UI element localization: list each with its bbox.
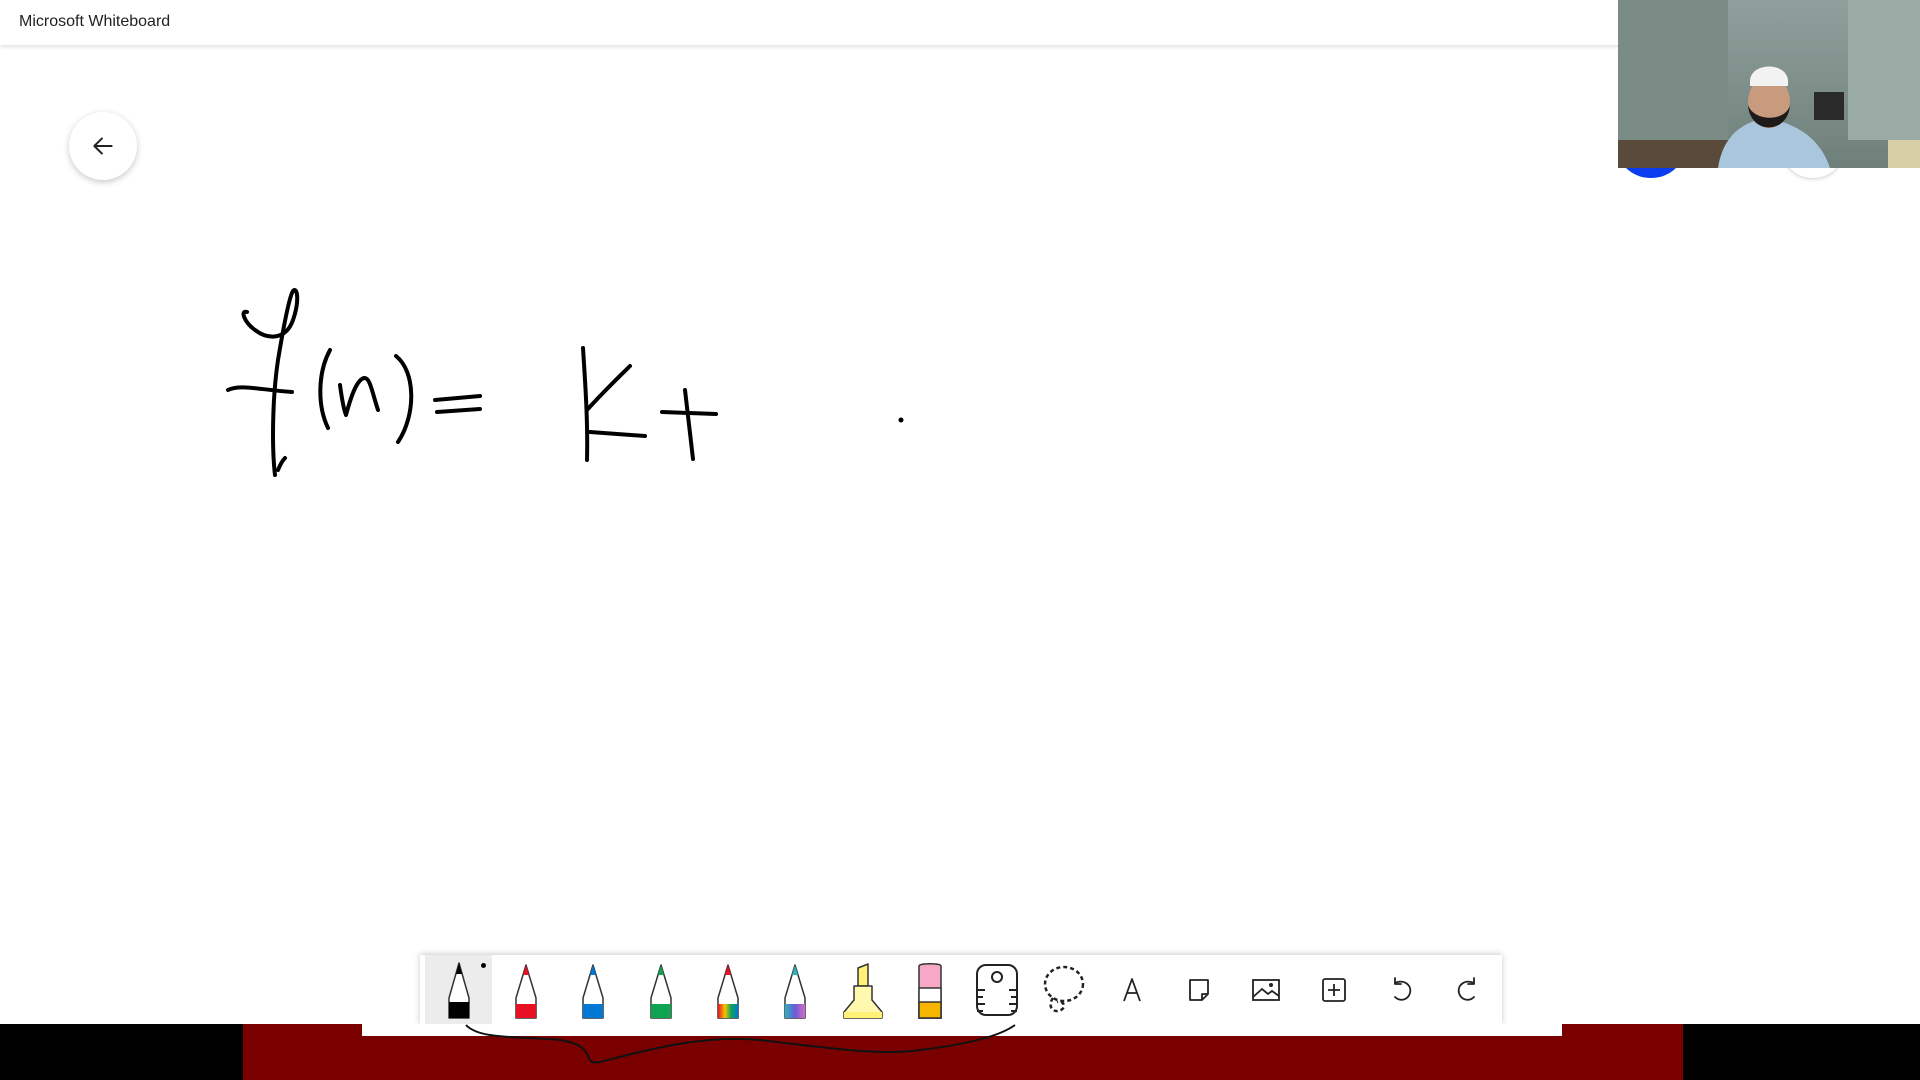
text-tool[interactable] (1098, 955, 1165, 1024)
inking-toolbar (420, 955, 1502, 1024)
undo-button[interactable] (1367, 955, 1434, 1024)
arrow-left-icon (93, 137, 113, 155)
redo-button[interactable] (1435, 955, 1502, 1024)
eraser-icon (918, 963, 942, 1019)
rainbow-pen-tool[interactable] (694, 955, 761, 1024)
green-pen-tool[interactable] (627, 955, 694, 1024)
whiteboard-canvas[interactable] (0, 45, 1920, 1024)
add-icon (1321, 978, 1346, 1002)
text-icon (1122, 978, 1141, 1002)
redo-icon (1458, 977, 1476, 1001)
whiteboard-window: Microsoft Whiteboard (0, 0, 1920, 1024)
app-title: Microsoft Whiteboard (19, 13, 171, 30)
eraser-tool[interactable] (896, 955, 963, 1024)
galaxy-pen-tool[interactable] (762, 955, 829, 1024)
selected-indicator (481, 963, 487, 968)
highlighter-icon (842, 963, 883, 1019)
note-tool[interactable] (1165, 955, 1232, 1024)
handwriting-ink (226, 287, 904, 477)
image-tool[interactable] (1233, 955, 1300, 1024)
add-tool[interactable] (1300, 955, 1367, 1024)
ruler-icon (976, 964, 1019, 1016)
pen-stroke-curve (465, 1024, 1016, 1064)
note-icon (1189, 979, 1209, 1001)
blue-pen-tool[interactable] (560, 955, 627, 1024)
pen-icon (717, 964, 739, 1019)
pen-icon (582, 964, 605, 1019)
pen-icon (515, 964, 537, 1019)
image-icon (1252, 979, 1281, 1001)
lasso-icon (1044, 965, 1085, 1013)
black-pen-tool[interactable] (425, 955, 493, 1024)
pen-icon (784, 964, 806, 1019)
red-pen-tool[interactable] (492, 955, 559, 1024)
lasso-tool[interactable] (1031, 955, 1098, 1024)
highlighter-tool[interactable] (829, 955, 896, 1024)
webcam-video (1618, 0, 1920, 168)
presenter-webcam (1618, 0, 1920, 168)
pen-icon (447, 962, 470, 1019)
undo-icon (1394, 977, 1412, 1001)
back-button[interactable] (69, 112, 137, 180)
pen-icon (649, 964, 672, 1019)
ruler-tool[interactable] (964, 955, 1031, 1024)
